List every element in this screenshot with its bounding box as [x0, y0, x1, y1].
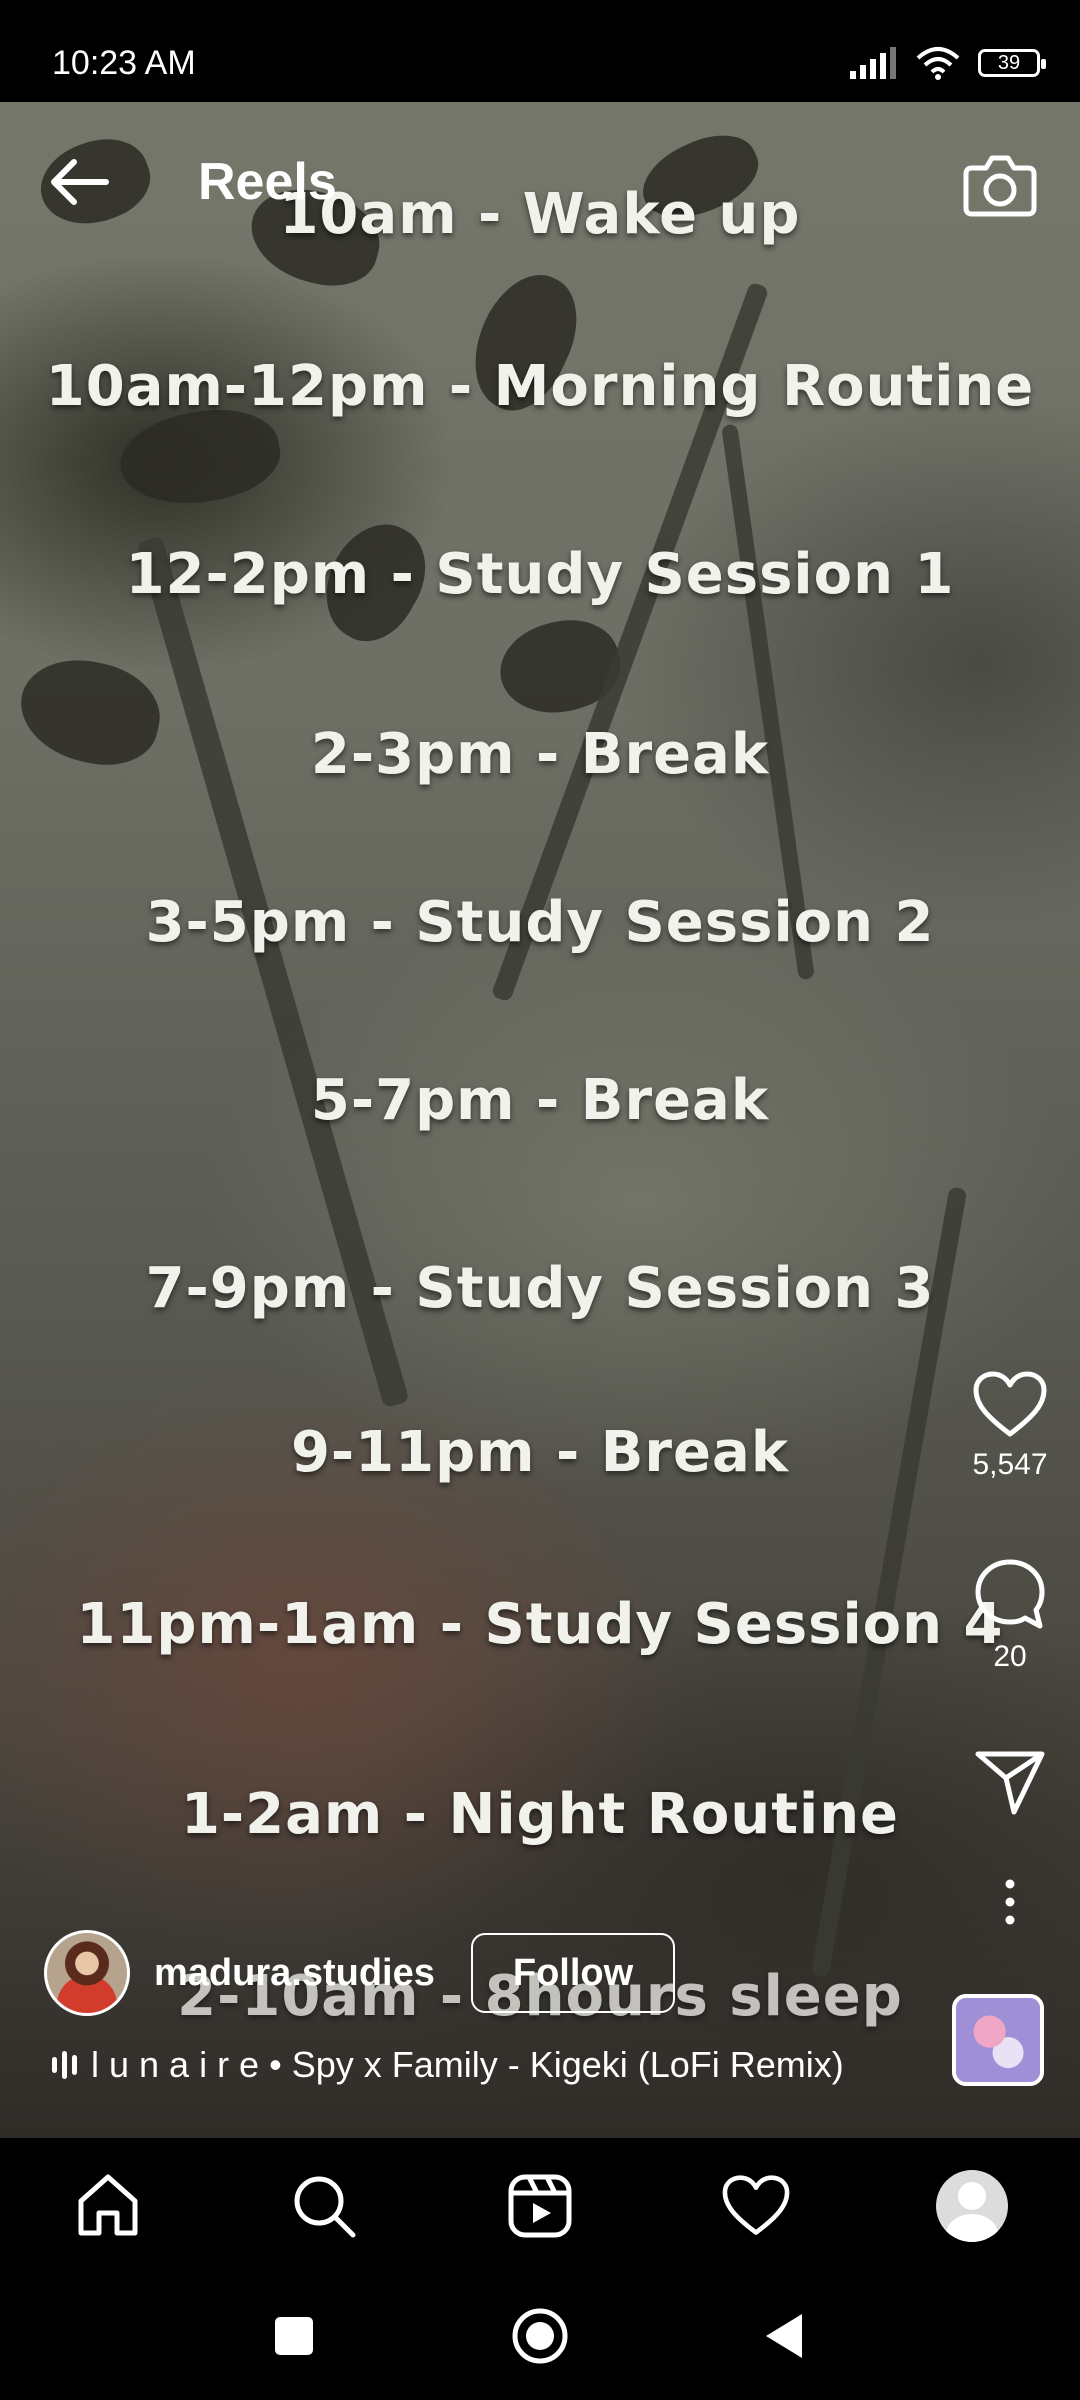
nav-reels[interactable]: [500, 2166, 580, 2246]
nav-home[interactable]: [68, 2166, 148, 2246]
profile-avatar: [936, 2170, 1008, 2242]
schedule-line: 9-11pm - Break: [290, 1420, 790, 1485]
square-icon: [275, 2317, 313, 2355]
comment-count: 20: [993, 1640, 1027, 1673]
follow-button[interactable]: Follow: [470, 1933, 676, 2013]
heart-icon: [722, 2175, 790, 2235]
schedule-line: 7-9pm - Study Session 3: [145, 1256, 935, 1321]
recents-button[interactable]: [262, 2304, 326, 2368]
audio-wave-icon: [52, 2051, 77, 2079]
schedule-overlay: 10am - Wake up 10am-12pm - Morning Routi…: [0, 102, 1080, 2138]
battery-level: 39: [997, 51, 1021, 74]
arrow-left-icon: [51, 159, 109, 205]
system-nav: [0, 2272, 1080, 2400]
comment-icon: [975, 1559, 1045, 1629]
comment-button[interactable]: 20: [940, 1556, 1080, 1674]
author-username[interactable]: madura.studies: [154, 1952, 435, 1995]
search-icon: [294, 2176, 356, 2238]
wifi-icon: [916, 47, 960, 80]
camera-button[interactable]: [958, 142, 1042, 226]
reel-author: madura.studies Follow: [44, 1928, 676, 2018]
page-title: Reels: [198, 153, 337, 211]
author-avatar[interactable]: [44, 1930, 130, 2016]
audio-title: l u n a i r e • Spy x Family - Kigeki (L…: [91, 2044, 844, 2085]
heart-icon: [973, 1371, 1047, 1437]
status-bar: 10:23 AM 39: [0, 0, 1080, 102]
schedule-line: 10am-12pm - Morning Routine: [45, 354, 1035, 419]
nav-profile[interactable]: [932, 2166, 1012, 2246]
share-button[interactable]: [940, 1748, 1080, 1816]
schedule-line: 3-5pm - Study Session 2: [145, 890, 935, 955]
schedule-line: 2-3pm - Break: [310, 722, 770, 787]
reels-header: Reels: [0, 102, 1080, 262]
reels-icon: [508, 2174, 572, 2238]
like-button[interactable]: 5,547: [940, 1370, 1080, 1482]
signal-icon: [850, 47, 896, 79]
circle-home-icon: [512, 2308, 568, 2364]
more-options-button[interactable]: [940, 1878, 1080, 1926]
audio-track[interactable]: l u n a i r e • Spy x Family - Kigeki (L…: [52, 2044, 844, 2086]
status-icons: 39: [850, 46, 1046, 80]
back-button[interactable]: [40, 142, 120, 222]
schedule-line: 12-2pm - Study Session 1: [125, 542, 955, 607]
schedule-line: 11pm-1am - Study Session 4: [76, 1592, 1004, 1657]
reel-video[interactable]: 10am - Wake up 10am-12pm - Morning Routi…: [0, 102, 1080, 2138]
schedule-line: 5-7pm - Break: [310, 1068, 770, 1133]
bottom-nav: [0, 2138, 1080, 2272]
more-vertical-icon: [1005, 1879, 1015, 1925]
nav-activity[interactable]: [716, 2166, 796, 2246]
battery-indicator: 39: [978, 49, 1046, 77]
send-icon: [975, 1751, 1045, 1815]
like-count: 5,547: [972, 1448, 1048, 1481]
home-icon: [78, 2174, 138, 2236]
triangle-back-icon: [766, 2314, 802, 2358]
back-system-button[interactable]: [752, 2304, 816, 2368]
status-time: 10:23 AM: [52, 44, 196, 82]
home-button[interactable]: [508, 2304, 572, 2368]
camera-icon: [963, 155, 1037, 217]
nav-search[interactable]: [284, 2166, 364, 2246]
audio-thumbnail[interactable]: [952, 1994, 1044, 2086]
schedule-line: 1-2am - Night Routine: [180, 1782, 900, 1847]
